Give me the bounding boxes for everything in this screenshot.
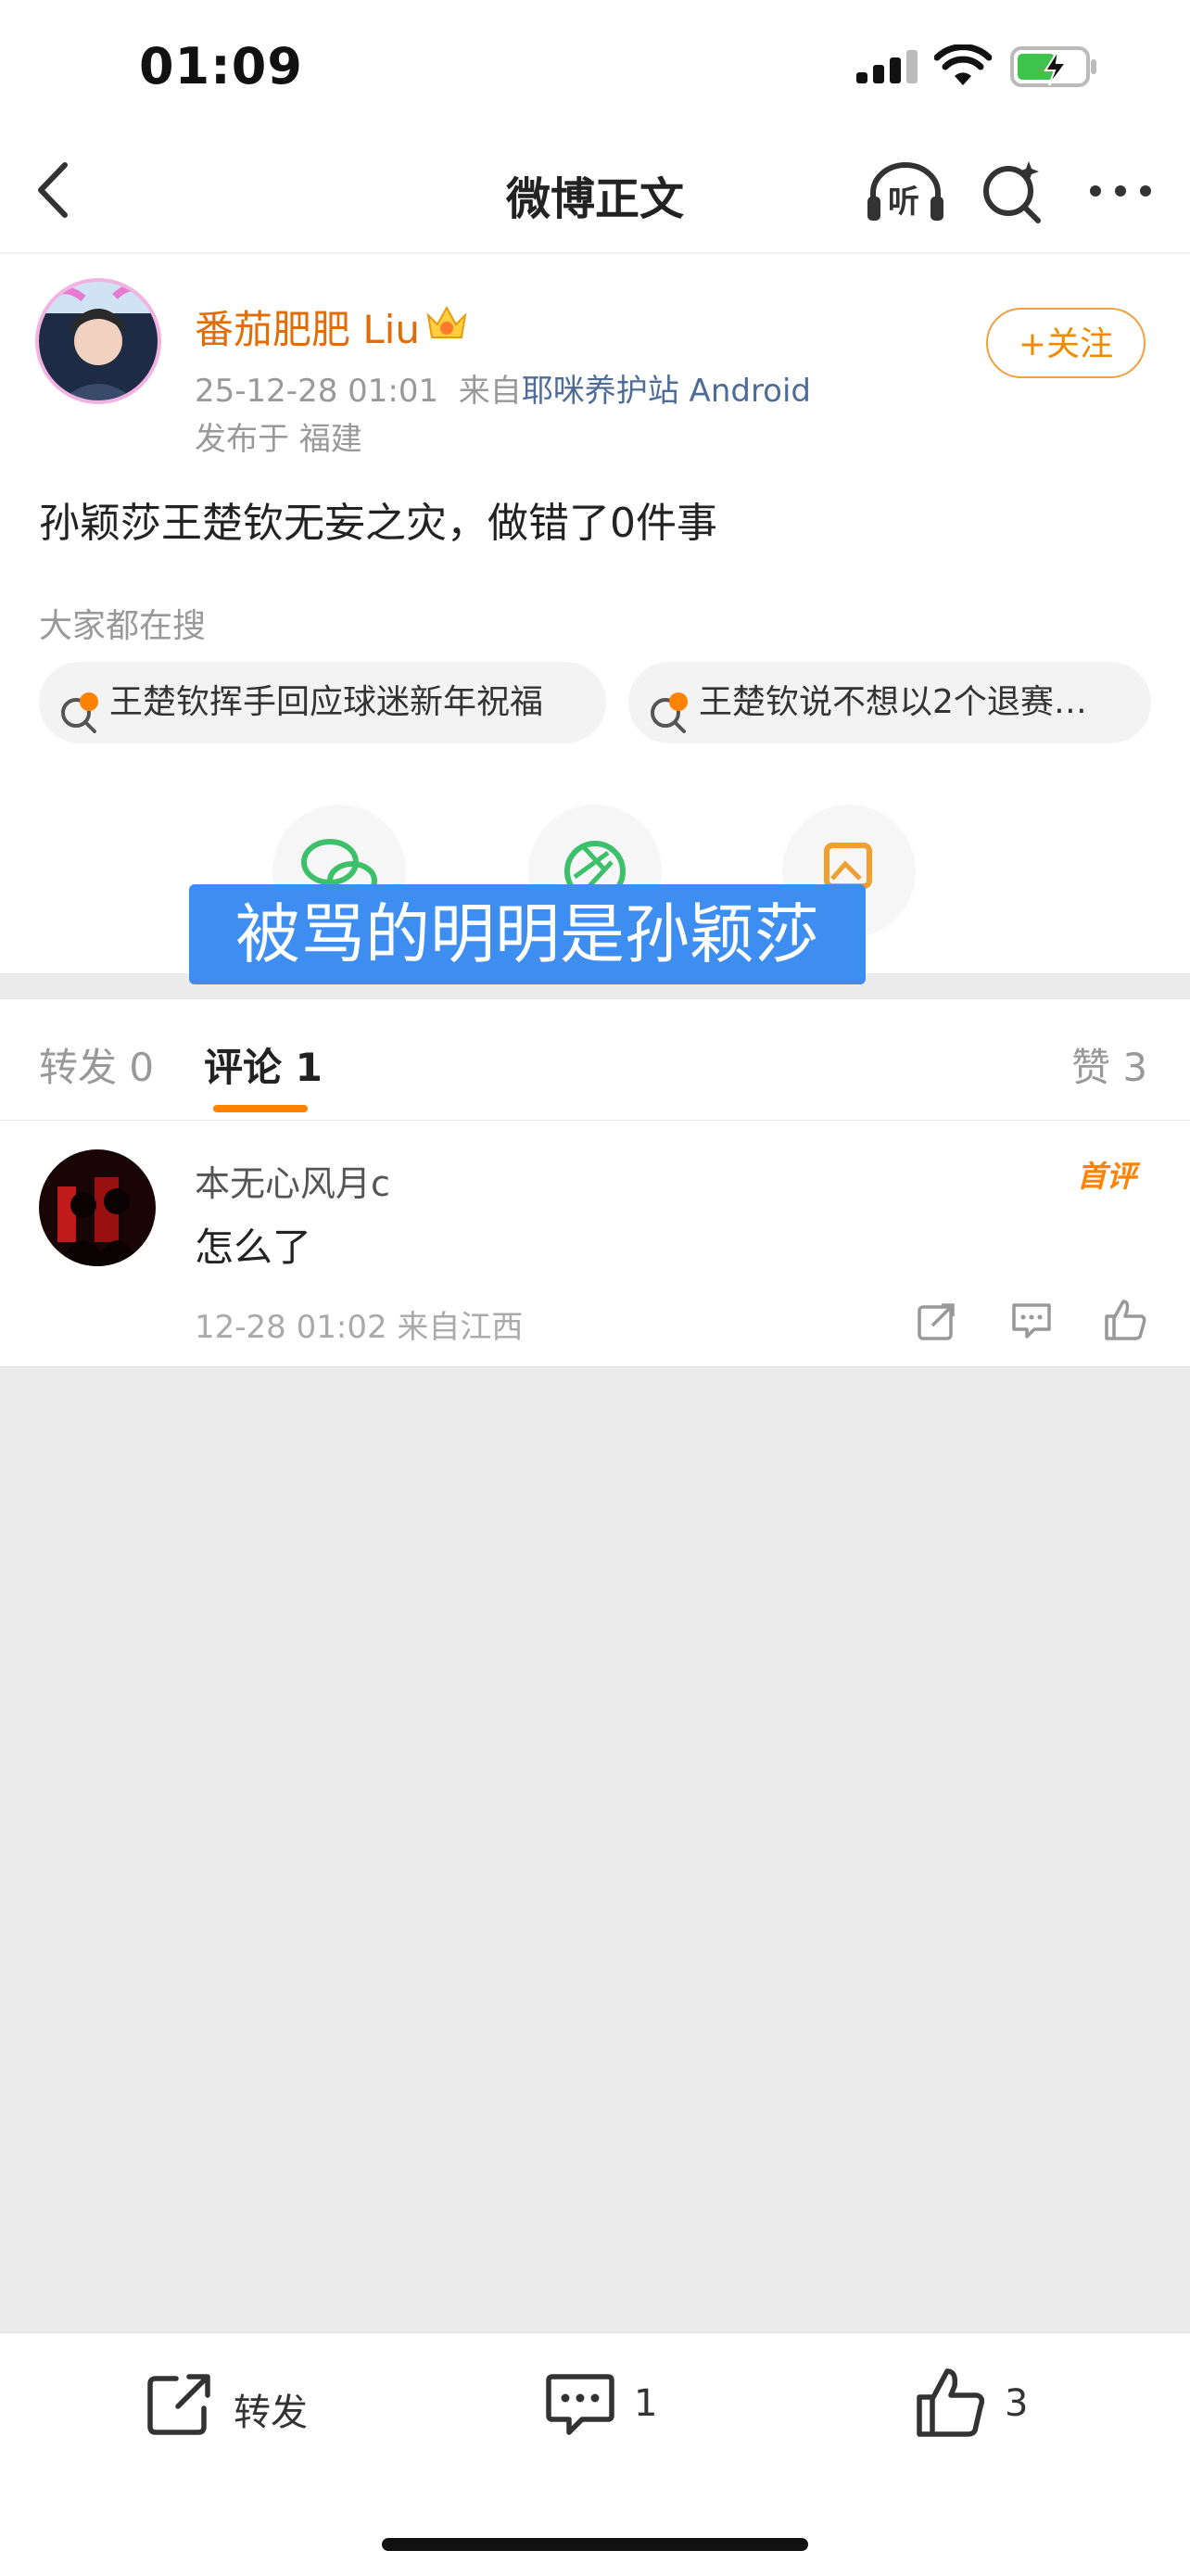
post-username[interactable]: 番茄肥肥 Liu (195, 298, 420, 355)
status-time: 01:09 (139, 37, 303, 95)
more-button[interactable] (1088, 180, 1153, 202)
repost-icon (147, 2374, 210, 2435)
like-button[interactable]: 3 (914, 2366, 1053, 2443)
like-count: 3 (1005, 2382, 1029, 2425)
search-ai-button[interactable] (981, 159, 1045, 224)
battery-icon (1010, 44, 1099, 93)
comment-username[interactable]: 本无心风月c (195, 1155, 390, 1206)
comment-share-icon[interactable] (916, 1300, 958, 1346)
comment-button[interactable]: 1 (545, 2369, 684, 2443)
trending-item[interactable]: 王楚钦说不想以2个退赛… (628, 662, 1151, 743)
home-indicator (382, 2538, 808, 2551)
tab-like[interactable]: 赞 3 (1071, 1036, 1147, 1093)
comment-like-icon[interactable] (1103, 1298, 1147, 1346)
post-meta: 25-12-28 01:01 来自耶咪养护站 Android (195, 365, 811, 411)
trending-item-label: 王楚钦挥手回应球迷新年祝福 (109, 683, 544, 721)
listen-label: 听 (888, 184, 919, 221)
post-text: 孙颖莎王楚钦无妄之灾，做错了0件事 (39, 500, 717, 547)
comment-reply-icon[interactable] (1010, 1300, 1053, 1346)
wifi-icon (933, 44, 993, 91)
comment-icon (546, 2374, 614, 2435)
tabs-bar (0, 999, 1190, 1121)
first-comment-badge: 首评 (1077, 1159, 1137, 1194)
comment-text: 怎么了 (195, 1225, 312, 1270)
post-source-link[interactable]: 耶咪养护站 Android (522, 373, 811, 410)
username-text: 番茄肥肥 Liu (195, 307, 421, 352)
like-icon (917, 2368, 985, 2437)
tab-repost[interactable]: 转发 0 (39, 1036, 154, 1093)
repost-button[interactable]: 转发 (145, 2369, 321, 2443)
hot-search-icon (649, 682, 690, 743)
comment-avatar[interactable] (39, 1149, 156, 1266)
comment-meta: 12-28 01:02 来自江西 (195, 1309, 524, 1346)
repost-label: 转发 (234, 2392, 308, 2434)
trending-item[interactable]: 王楚钦挥手回应球迷新年祝福 (39, 662, 606, 743)
tab-comment[interactable]: 评论 1 (204, 1036, 323, 1093)
post-location: 发布于 福建 (195, 421, 362, 458)
comment-count: 1 (634, 2382, 658, 2425)
nav-divider (0, 252, 1190, 254)
trending-item-label: 王楚钦说不想以2个退赛… (699, 683, 1087, 721)
follow-button[interactable]: +关注 (986, 308, 1146, 378)
signal-icon (855, 48, 919, 89)
crown-icon (424, 302, 469, 347)
active-tab-indicator (213, 1105, 308, 1112)
source-prefix: 来自 (458, 373, 522, 410)
post-timestamp: 25-12-28 01:01 (195, 373, 439, 410)
hot-search-icon (59, 682, 100, 743)
trending-title: 大家都在搜 (39, 607, 207, 645)
listen-button[interactable]: 听 (864, 159, 947, 224)
overlay-caption: 被骂的明明是孙颖莎 (189, 884, 866, 984)
avatar[interactable] (33, 276, 163, 406)
